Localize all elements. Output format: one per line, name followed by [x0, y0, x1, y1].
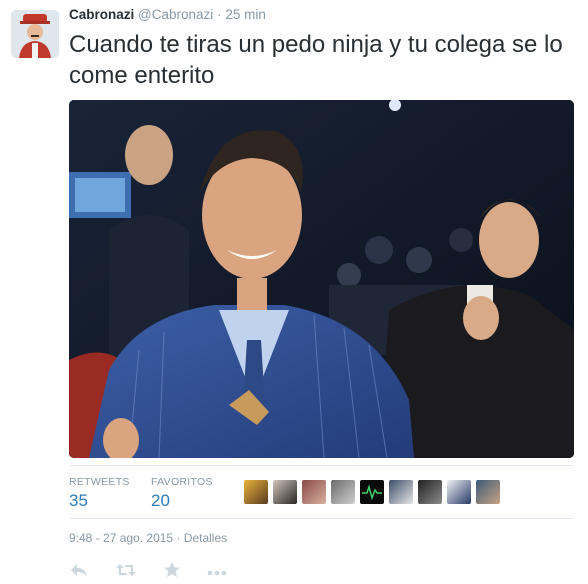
favoriter-avatar[interactable]	[360, 480, 384, 504]
favoriter-avatar[interactable]	[244, 480, 268, 504]
favoriter-avatar[interactable]	[273, 480, 297, 504]
favorite-icon[interactable]	[163, 561, 181, 583]
favorites-stat[interactable]: FAVORITOS 20	[151, 476, 213, 511]
meta-separator: ·	[176, 531, 181, 545]
favoriter-avatar[interactable]	[302, 480, 326, 504]
favoriter-avatar[interactable]	[331, 480, 355, 504]
tweet-actions	[69, 561, 253, 583]
avatar[interactable]	[11, 10, 59, 58]
favoriter-avatar[interactable]	[418, 480, 442, 504]
tweet-photo[interactable]	[69, 100, 574, 458]
favoriter-avatar[interactable]	[476, 480, 500, 504]
favoriters-list	[244, 480, 500, 504]
retweet-icon[interactable]	[115, 562, 137, 583]
stats-top-divider	[69, 465, 574, 466]
profile-avatar-icon	[11, 10, 59, 58]
more-icon[interactable]	[207, 563, 227, 581]
user-handle[interactable]: @Cabronazi	[138, 7, 213, 22]
photo-image	[69, 100, 574, 458]
tweet-meta: 9:48 - 27 ago. 2015 · Detalles	[69, 531, 227, 545]
favoriter-avatar[interactable]	[447, 480, 471, 504]
favorites-count: 20	[151, 491, 170, 510]
header-separator: ·	[217, 7, 222, 22]
details-link[interactable]: Detalles	[184, 531, 227, 545]
retweets-stat[interactable]: RETWEETS 35	[69, 476, 130, 511]
display-name[interactable]: Cabronazi	[69, 7, 134, 22]
pulse-icon	[362, 484, 382, 501]
tweet-timestamp[interactable]: 9:48 - 27 ago. 2015	[69, 531, 173, 545]
favorites-label: FAVORITOS	[151, 476, 213, 488]
favoriter-avatar[interactable]	[389, 480, 413, 504]
retweets-label: RETWEETS	[69, 476, 130, 488]
retweets-count: 35	[69, 491, 88, 510]
tweet-text: Cuando te tiras un pedo ninja y tu coleg…	[69, 31, 563, 89]
reply-icon[interactable]	[69, 562, 89, 583]
stats-bottom-divider	[69, 518, 574, 519]
tweet-time[interactable]: 25 min	[225, 7, 266, 22]
tweet-header: Cabronazi @Cabronazi · 25 min	[69, 7, 266, 22]
